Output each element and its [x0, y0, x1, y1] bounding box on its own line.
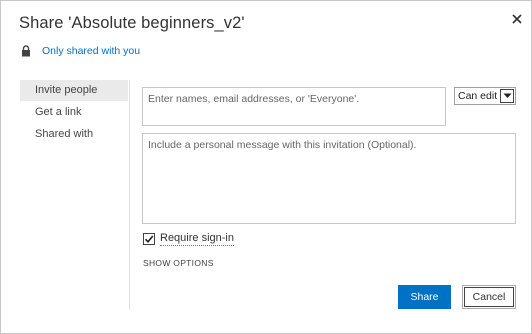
share-dialog: Share 'Absolute beginners_v2' Only share…: [0, 0, 532, 334]
require-signin-option[interactable]: Require sign-in: [143, 232, 234, 246]
share-side-nav: Invite people Get a link Shared with: [20, 80, 128, 146]
require-signin-label: Require sign-in: [160, 232, 234, 246]
permission-selected-value: Can edit: [458, 90, 498, 102]
close-icon: [512, 14, 522, 24]
lock-icon: [22, 45, 30, 57]
nav-item-shared-with[interactable]: Shared with: [20, 124, 128, 145]
personal-message-input[interactable]: [142, 133, 516, 224]
permission-dropdown[interactable]: Can edit: [454, 87, 516, 105]
nav-item-get-a-link[interactable]: Get a link: [20, 102, 128, 123]
checkmark-icon: [144, 235, 154, 244]
close-button[interactable]: [508, 10, 526, 28]
dialog-title: Share 'Absolute beginners_v2': [19, 14, 245, 32]
show-options-link[interactable]: SHOW OPTIONS: [143, 258, 214, 268]
require-signin-checkbox[interactable]: [143, 233, 155, 245]
invite-names-input[interactable]: [142, 87, 446, 126]
nav-item-invite-people[interactable]: Invite people: [20, 80, 128, 101]
only-shared-with-you-link[interactable]: Only shared with you: [42, 45, 140, 57]
chevron-down-icon: [500, 89, 514, 103]
sharing-status: Only shared with you: [21, 45, 140, 57]
nav-divider: [129, 80, 130, 310]
cancel-button[interactable]: Cancel: [462, 285, 516, 309]
share-button[interactable]: Share: [398, 285, 451, 309]
